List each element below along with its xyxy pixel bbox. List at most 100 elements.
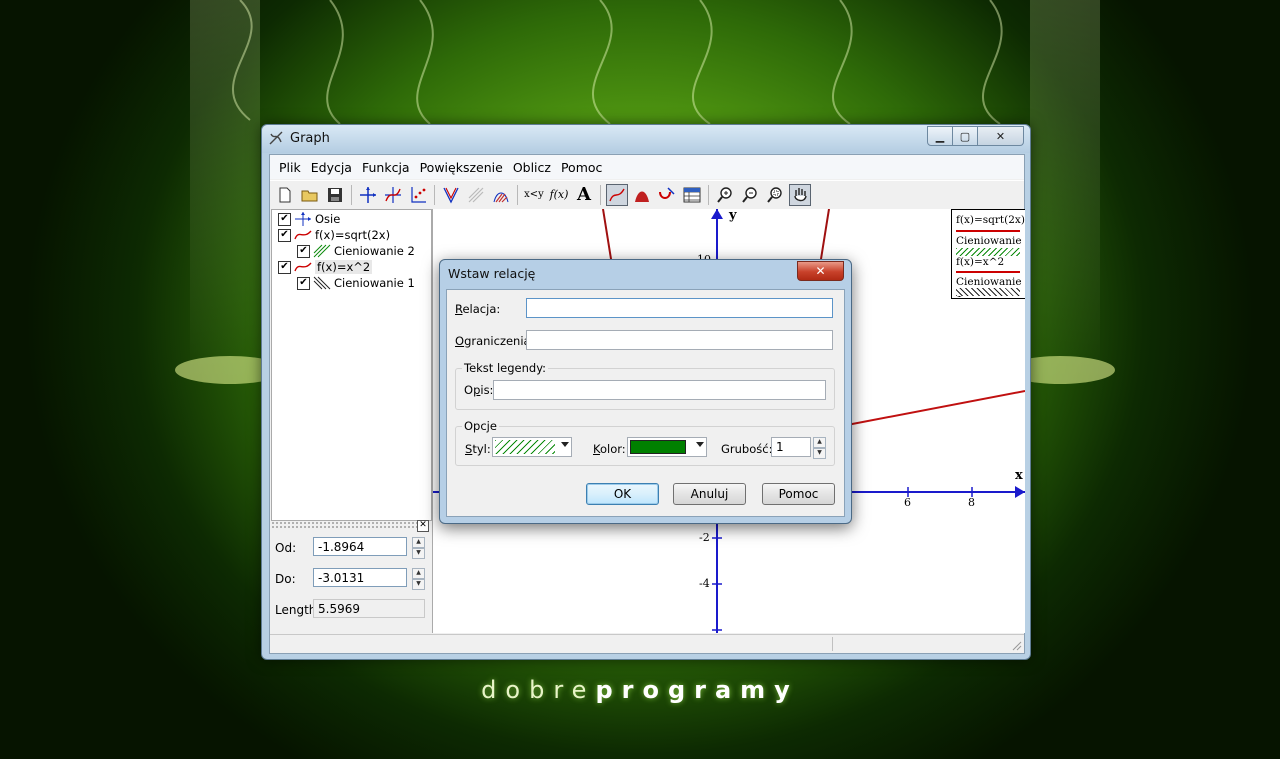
status-bar [270, 634, 1024, 653]
open-button[interactable] [299, 184, 321, 206]
path-button[interactable] [656, 184, 678, 206]
toolbar-separator [600, 184, 601, 205]
tree-item-label: Cieniowanie 1 [334, 276, 415, 290]
area-button[interactable] [631, 184, 653, 206]
menu-edycja[interactable]: Edycja [306, 160, 357, 175]
panel-grip[interactable] [271, 521, 421, 530]
zoom-window-icon [767, 186, 782, 203]
table-button[interactable] [681, 184, 703, 206]
menu-funkcja[interactable]: Funkcja [357, 160, 415, 175]
minimize-button[interactable]: ▁ [927, 126, 953, 146]
function-curve-icon [294, 262, 312, 272]
options-group: Opcje Styl: Kolor: Grubość: 1 ▲ ▼ [455, 419, 835, 466]
zoom-window-button[interactable] [764, 184, 786, 206]
new-file-button[interactable] [274, 184, 296, 206]
insert-f-icon: f(x) [549, 188, 569, 201]
description-label: Opis: [464, 383, 494, 397]
legend-swatch-red [956, 271, 1020, 273]
tree-checkbox[interactable]: ✔ [278, 212, 291, 226]
close-button[interactable]: ✕ [978, 126, 1024, 146]
insert-label-icon: x<y [524, 189, 544, 200]
new-file-icon [279, 187, 291, 202]
tree-item-function-x2[interactable]: ✔ f(x)=x^2 [278, 259, 373, 275]
length-output: 5.5969 [313, 599, 425, 618]
description-input[interactable] [493, 380, 826, 400]
tree-item-function-sqrt[interactable]: ✔ f(x)=sqrt(2x) [278, 227, 390, 243]
to-input[interactable]: -3.0131 [313, 568, 407, 587]
legend-text-group: Tekst legendy: Opis: [455, 361, 835, 410]
width-input[interactable]: 1 [771, 437, 811, 457]
axes-button[interactable] [357, 184, 379, 206]
maximize-icon: ▢ [959, 129, 971, 143]
to-spinner[interactable]: ▲ ▼ [412, 568, 425, 590]
save-button[interactable] [324, 184, 346, 206]
legend[interactable]: f(x)=sqrt(2x) Cieniowanie 2 f(x)=x^2 Cie… [951, 209, 1025, 300]
ok-button[interactable]: OK [586, 483, 659, 505]
shading-icon [313, 276, 331, 290]
color-label: Kolor: [593, 442, 626, 456]
from-spinner[interactable]: ▲ ▼ [412, 537, 425, 559]
window-title: Graph [290, 131, 330, 146]
style-select[interactable] [492, 437, 572, 457]
tree-item-label: Osie [315, 212, 341, 226]
constraints-input[interactable] [526, 330, 833, 350]
zoom-out-icon [742, 186, 757, 203]
x-tick-label: 8 [968, 496, 975, 509]
tree-item-axes[interactable]: ✔ Osie [278, 211, 340, 227]
menu-oblicz[interactable]: Oblicz [508, 160, 556, 175]
width-spinner[interactable]: ▲ ▼ [813, 437, 826, 459]
help-button[interactable]: Pomoc [762, 483, 835, 505]
tree-checkbox[interactable]: ✔ [278, 260, 291, 274]
add-point-series-icon [411, 186, 426, 203]
spin-up-icon[interactable]: ▲ [412, 568, 425, 579]
cancel-button[interactable]: Anuluj [673, 483, 746, 505]
insert-f-button[interactable]: f(x) [548, 184, 570, 206]
function-curve-icon [294, 230, 312, 240]
spin-up-icon[interactable]: ▲ [813, 437, 826, 448]
menu-powiekszenie[interactable]: Powiększenie [415, 160, 508, 175]
toolbar-separator [708, 184, 709, 205]
y-tick-label: -2 [699, 531, 710, 544]
tree-checkbox[interactable]: ✔ [278, 228, 291, 242]
zoom-out-button[interactable] [739, 184, 761, 206]
zoom-in-icon [717, 186, 732, 203]
pan-button[interactable] [789, 183, 811, 206]
x-tick-label: 6 [904, 496, 911, 509]
add-point-series-button[interactable] [407, 184, 429, 206]
dialog-close-button[interactable]: ✕ [797, 261, 844, 281]
spin-up-icon[interactable]: ▲ [412, 537, 425, 548]
spin-down-icon[interactable]: ▼ [412, 548, 425, 559]
title-bar[interactable]: Graph ▁ ▢ ✕ [262, 125, 1030, 153]
legend-swatch-hatch-green [956, 248, 1020, 256]
insert-shading-button[interactable] [465, 184, 487, 206]
from-input[interactable]: -1.8964 [313, 537, 407, 556]
open-folder-icon [301, 190, 318, 201]
dialog-title: Wstaw relację [448, 266, 536, 281]
x-axis-label: x [1015, 468, 1023, 483]
insert-tangent-button[interactable] [440, 184, 462, 206]
resize-grip-icon[interactable] [1010, 639, 1022, 651]
toolbar-separator [351, 184, 352, 205]
insert-label-button[interactable]: x<y [523, 184, 545, 206]
add-function-button[interactable] [382, 184, 404, 206]
panel-close-button[interactable]: ✕ [417, 520, 429, 532]
to-label: Do: [275, 572, 296, 586]
maximize-button[interactable]: ▢ [953, 126, 978, 146]
insert-relation-button[interactable] [490, 184, 512, 206]
trace-button[interactable] [606, 183, 628, 206]
options-group-title: Opcje [462, 419, 499, 433]
insert-text-button[interactable]: A [573, 184, 595, 206]
tree-checkbox[interactable]: ✔ [297, 276, 310, 290]
spin-down-icon[interactable]: ▼ [813, 448, 826, 459]
relation-input[interactable] [526, 298, 833, 318]
zoom-in-button[interactable] [714, 184, 736, 206]
menu-plik[interactable]: Plik [274, 160, 306, 175]
tree-item-shading-1[interactable]: ✔ Cieniowanie 1 [297, 275, 415, 291]
color-select[interactable] [627, 437, 707, 457]
tree-item-shading-2[interactable]: ✔ Cieniowanie 2 [297, 243, 415, 259]
tree-checkbox[interactable]: ✔ [297, 244, 310, 258]
style-swatch [495, 440, 555, 454]
legend-group-title: Tekst legendy: [462, 361, 549, 375]
menu-pomoc[interactable]: Pomoc [556, 160, 607, 175]
spin-down-icon[interactable]: ▼ [412, 579, 425, 590]
